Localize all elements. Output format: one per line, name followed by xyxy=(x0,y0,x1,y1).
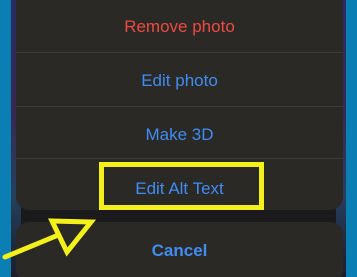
edit-photo-button[interactable]: Edit photo xyxy=(16,71,343,91)
cancel-label: Cancel xyxy=(151,241,208,260)
action-sheet: Remove photo Edit photo Make 3D Edit Alt… xyxy=(16,0,343,210)
edit-alt-text-button[interactable]: Edit Alt Text xyxy=(16,179,343,199)
cancel-button[interactable]: Cancel xyxy=(16,222,343,277)
divider xyxy=(16,158,343,159)
remove-photo-button[interactable]: Remove photo xyxy=(16,17,343,37)
screenshot-frame: Remove photo Edit photo Make 3D Edit Alt… xyxy=(11,0,346,277)
divider xyxy=(16,52,343,53)
make-3d-button[interactable]: Make 3D xyxy=(16,125,343,145)
divider xyxy=(16,106,343,107)
